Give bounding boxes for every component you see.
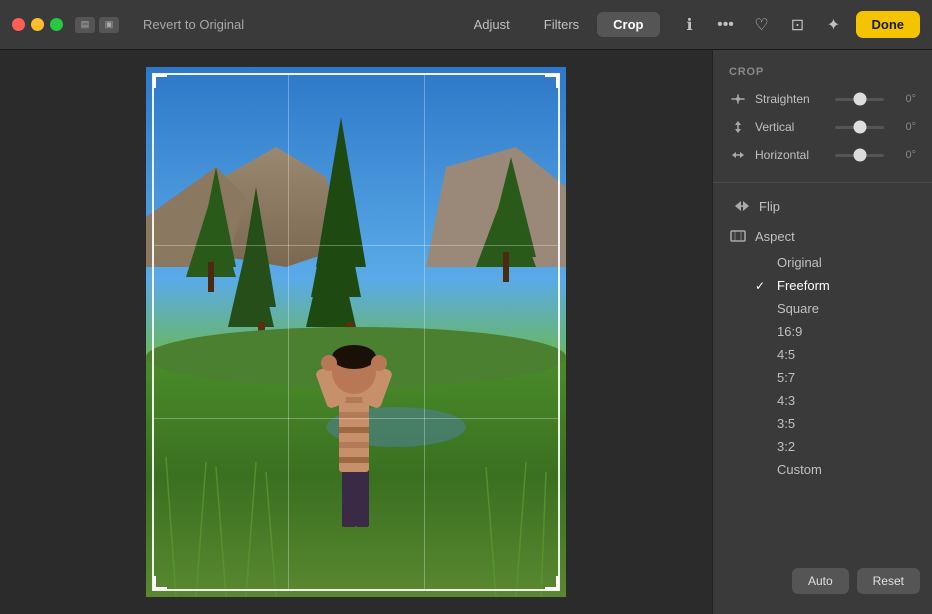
sliders-section: Straighten 0° Vertical xyxy=(713,90,932,174)
tab-filters[interactable]: Filters xyxy=(528,12,595,37)
main-content: CROP Straighten 0° xyxy=(0,50,932,614)
vertical-label: Vertical xyxy=(755,120,827,134)
aspect-item-4x5[interactable]: 4:5 xyxy=(755,343,932,366)
aspect-header[interactable]: Aspect xyxy=(713,221,932,251)
aspect-icon xyxy=(729,227,747,245)
aspect-item-4x3[interactable]: 4:3 xyxy=(755,389,932,412)
check-original xyxy=(755,256,769,270)
horizontal-slider[interactable] xyxy=(835,154,884,157)
toolbar-icons: ℹ ••• ♡ ⊡ ✦ xyxy=(676,11,848,39)
check-3x5 xyxy=(755,417,769,431)
aspect-item-square[interactable]: Square xyxy=(755,297,932,320)
view-toggle-1[interactable]: ▤ xyxy=(75,17,95,33)
aspect-item-freeform[interactable]: ✓ Freeform xyxy=(755,274,932,297)
share-icon[interactable]: ⊡ xyxy=(784,11,812,39)
favorite-icon[interactable]: ♡ xyxy=(748,11,776,39)
straighten-slider[interactable] xyxy=(835,98,884,101)
check-freeform: ✓ xyxy=(755,279,769,293)
check-square xyxy=(755,302,769,316)
straighten-value: 0° xyxy=(892,93,916,105)
flip-label: Flip xyxy=(759,199,780,214)
traffic-lights xyxy=(12,18,63,31)
revert-button[interactable]: Revert to Original xyxy=(135,13,252,36)
horizontal-icon xyxy=(729,146,747,164)
titlebar: ▤ ▣ Revert to Original Adjust Filters Cr… xyxy=(0,0,932,50)
right-panel: CROP Straighten 0° xyxy=(712,50,932,614)
aspect-item-16x9[interactable]: 16:9 xyxy=(755,320,932,343)
magic-icon[interactable]: ✦ xyxy=(820,11,848,39)
auto-button[interactable]: Auto xyxy=(792,568,849,594)
vertical-row: Vertical 0° xyxy=(729,118,916,136)
photo-background xyxy=(146,67,566,597)
landscape-svg xyxy=(146,67,566,597)
aspect-label: Aspect xyxy=(755,229,795,244)
aspect-item-3x2[interactable]: 3:2 xyxy=(755,435,932,458)
horizontal-row: Horizontal 0° xyxy=(729,146,916,164)
close-button[interactable] xyxy=(12,18,25,31)
vertical-slider[interactable] xyxy=(835,126,884,129)
minimize-button[interactable] xyxy=(31,18,44,31)
check-3x2 xyxy=(755,440,769,454)
info-icon[interactable]: ℹ xyxy=(676,11,704,39)
check-custom xyxy=(755,463,769,477)
aspect-item-original[interactable]: Original xyxy=(755,251,932,274)
straighten-icon xyxy=(729,90,747,108)
photo-wrapper[interactable] xyxy=(146,67,566,597)
flip-row[interactable]: Flip xyxy=(717,191,928,221)
vertical-value: 0° xyxy=(892,121,916,133)
window-controls: ▤ ▣ xyxy=(75,17,119,33)
vertical-icon xyxy=(729,118,747,136)
aspect-list: Original ✓ Freeform Square 16:9 4:5 5:7 xyxy=(713,251,932,481)
tab-adjust[interactable]: Adjust xyxy=(458,12,526,37)
more-icon[interactable]: ••• xyxy=(712,11,740,39)
tab-group: Adjust Filters Crop xyxy=(458,12,660,37)
horizontal-label: Horizontal xyxy=(755,148,827,162)
aspect-item-3x5[interactable]: 3:5 xyxy=(755,412,932,435)
done-button[interactable]: Done xyxy=(856,11,921,38)
aspect-item-custom[interactable]: Custom xyxy=(755,458,932,481)
check-16x9 xyxy=(755,325,769,339)
flip-icon xyxy=(733,197,751,215)
divider-1 xyxy=(713,182,932,183)
check-4x5 xyxy=(755,348,769,362)
maximize-button[interactable] xyxy=(50,18,63,31)
straighten-row: Straighten 0° xyxy=(729,90,916,108)
horizontal-value: 0° xyxy=(892,149,916,161)
aspect-item-5x7[interactable]: 5:7 xyxy=(755,366,932,389)
straighten-label: Straighten xyxy=(755,92,827,106)
tab-crop[interactable]: Crop xyxy=(597,12,659,37)
panel-title: CROP xyxy=(713,66,932,90)
reset-button[interactable]: Reset xyxy=(857,568,920,594)
photo-canvas xyxy=(146,67,566,597)
photo-area xyxy=(0,50,712,614)
panel-bottom: Auto Reset xyxy=(713,560,932,602)
check-5x7 xyxy=(755,371,769,385)
check-4x3 xyxy=(755,394,769,408)
view-toggle-2[interactable]: ▣ xyxy=(99,17,119,33)
